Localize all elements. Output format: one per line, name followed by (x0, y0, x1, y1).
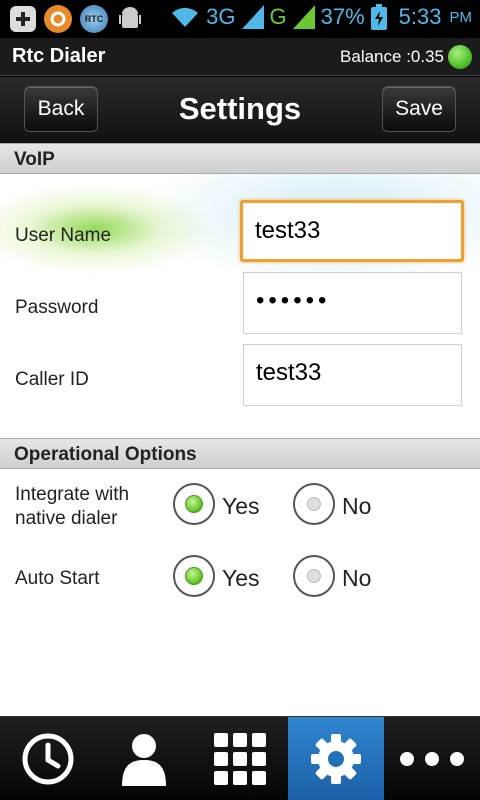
integrate-dialer-label: Integrate with native dialer (15, 483, 129, 531)
options-section-header: Operational Options (0, 438, 480, 469)
more-icon (400, 752, 464, 766)
battery-charging-icon (370, 4, 387, 30)
notification-icons: RTC (10, 5, 144, 33)
password-input[interactable]: •••••• (243, 272, 462, 334)
tab-contacts[interactable] (96, 717, 192, 800)
bottom-tab-bar (0, 716, 480, 800)
password-label: Password (15, 297, 99, 318)
caller-id-input[interactable]: test33 (243, 344, 462, 406)
online-status-icon (448, 45, 472, 69)
integrate-yes-radio[interactable] (173, 483, 215, 525)
contacts-icon (122, 734, 166, 786)
integrate-no-label[interactable]: No (342, 493, 371, 520)
nav-bar: Back Settings Save (0, 77, 480, 143)
rtc-app-icon: RTC (80, 5, 108, 33)
status-right: 3G G 37% 5:33 PM (170, 4, 472, 30)
caller-id-label: Caller ID (15, 369, 89, 390)
user-name-label: User Name (15, 225, 112, 246)
tab-settings[interactable] (288, 717, 384, 800)
integrate-dialer-label-line1: Integrate with (15, 484, 130, 505)
tab-dialpad[interactable] (192, 717, 288, 800)
tab-call-history[interactable] (0, 717, 96, 800)
integrate-no-radio[interactable] (293, 483, 335, 525)
add-icon (10, 6, 36, 32)
radio-dot (307, 497, 321, 511)
save-button[interactable]: Save (382, 86, 456, 132)
signal-g-icon (292, 5, 315, 29)
dialpad-icon (214, 733, 266, 785)
wifi-icon (172, 7, 199, 27)
auto-start-no-label[interactable]: No (342, 565, 371, 592)
clock-icon (22, 733, 74, 785)
integrate-dialer-label-line2: native dialer (15, 508, 118, 529)
auto-start-label: Auto Start (15, 568, 100, 589)
radio-dot (307, 569, 321, 583)
battery-percent: 37% (320, 4, 365, 29)
status-bar: RTC 3G G 37% 5:33 PM (0, 0, 480, 38)
radio-dot (185, 567, 203, 585)
app-name: Rtc Dialer (12, 45, 106, 67)
signal-3g-icon (241, 5, 264, 29)
voip-section-header: VoIP (0, 143, 480, 174)
clock-ampm: PM (449, 8, 473, 26)
android-debug-icon (116, 5, 144, 33)
user-name-input[interactable]: test33 (240, 200, 464, 262)
rtc-app-label: RTC (84, 14, 104, 24)
gear-icon (311, 734, 361, 784)
clock-time: 5:33 (398, 4, 442, 29)
integrate-yes-label[interactable]: Yes (222, 493, 260, 520)
auto-start-yes-label[interactable]: Yes (222, 565, 260, 592)
title-bar: Rtc Dialer Balance :0.35 (0, 38, 480, 76)
balance-text: Balance :0.35 (340, 47, 444, 66)
notification-icon (44, 5, 72, 33)
auto-start-no-radio[interactable] (293, 555, 335, 597)
network-3g-label: 3G (206, 4, 236, 29)
settings-content: VoIP User Name test33 Password •••••• Ca… (0, 143, 480, 716)
radio-dot (185, 495, 203, 513)
auto-start-yes-radio[interactable] (173, 555, 215, 597)
network-g-label: G (269, 4, 287, 29)
tab-more[interactable] (384, 717, 480, 800)
